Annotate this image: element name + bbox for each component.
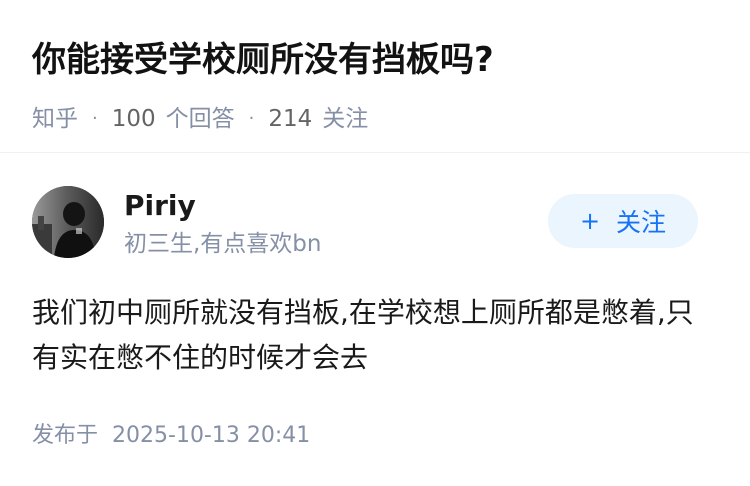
question-header: 你能接受学校厕所没有挡板吗? 知乎 · 100 个回答 · 214 关注 xyxy=(32,34,726,136)
published-time: 2025-10-13 20:41 xyxy=(112,423,311,448)
separator-dot: · xyxy=(248,108,255,129)
separator-dot: · xyxy=(92,108,98,129)
author-bio: 初三生,有点喜欢bn xyxy=(124,231,322,257)
answers-label[interactable]: 个回答 xyxy=(166,102,235,136)
author-name[interactable]: Piriy xyxy=(124,188,196,224)
answer-content[interactable]: 我们初中厕所就没有挡板,在学校想上厕所都是憋着,只有实在憋不住的时候才会去 xyxy=(32,290,718,380)
follow-button-label: 关注 xyxy=(616,208,667,237)
source-label[interactable]: 知乎 xyxy=(32,102,78,136)
question-title[interactable]: 你能接受学校厕所没有挡板吗? xyxy=(32,34,726,86)
plus-icon: + xyxy=(579,207,601,235)
publish-info: 发布于 2025-10-13 20:41 xyxy=(32,420,310,452)
answers-count: 100 xyxy=(111,106,156,132)
published-label: 发布于 xyxy=(32,423,99,448)
avatar[interactable] xyxy=(32,186,104,258)
follow-button[interactable]: + 关注 xyxy=(548,194,698,248)
divider xyxy=(0,152,750,153)
author-card: Piriy 初三生,有点喜欢bn + 关注 xyxy=(32,186,722,260)
followers-label[interactable]: 关注 xyxy=(322,102,368,136)
question-meta: 知乎 · 100 个回答 · 214 关注 xyxy=(32,102,726,136)
followers-count: 214 xyxy=(268,106,313,132)
